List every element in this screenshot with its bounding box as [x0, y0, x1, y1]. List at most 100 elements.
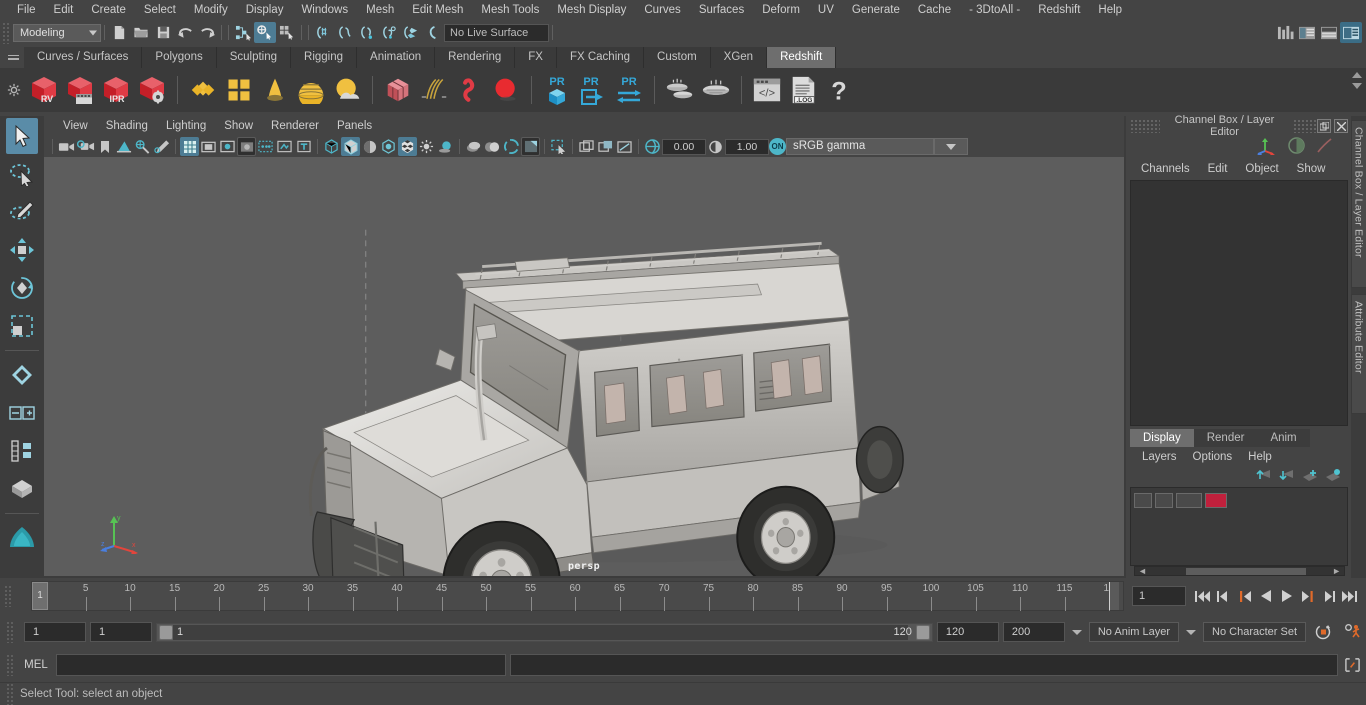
shelf-scroll-down-icon[interactable]: [1352, 83, 1362, 89]
layer-tab-render[interactable]: Render: [1193, 429, 1258, 447]
command-line-grip[interactable]: [6, 654, 14, 676]
current-time-indicator[interactable]: 1: [32, 582, 48, 610]
viewport-menu-shading[interactable]: Shading: [97, 120, 157, 132]
live-surface-field[interactable]: No Live Surface: [444, 23, 549, 42]
step-back-keyframe-button[interactable]: [1215, 586, 1232, 606]
channel-box-menu-show[interactable]: Show: [1288, 163, 1335, 175]
gate-mask-icon[interactable]: [237, 137, 256, 156]
paint-effects-button[interactable]: [6, 520, 38, 556]
menu-item-generate[interactable]: Generate: [843, 0, 909, 20]
shelf-options-icon[interactable]: [2, 70, 26, 110]
snap-to-grid-button[interactable]: [312, 22, 334, 43]
viewport-menu-show[interactable]: Show: [215, 120, 262, 132]
shelf-icon-redshift-help[interactable]: ?: [821, 71, 857, 109]
select-tool-button[interactable]: [6, 118, 38, 154]
layer-list-scrollbar[interactable]: ◄ ►: [1134, 566, 1345, 576]
character-set-selector[interactable]: No Character Set: [1203, 622, 1306, 642]
channel-box-content[interactable]: [1130, 180, 1348, 426]
viewport-renderer-icon[interactable]: [521, 137, 540, 156]
exposure-value-field[interactable]: 0.00: [662, 138, 706, 155]
command-language-label[interactable]: MEL: [16, 659, 56, 671]
shelf-tab-curves-surfaces[interactable]: Curves / Surfaces: [24, 47, 143, 68]
exposure-icon[interactable]: [256, 137, 275, 156]
menu-item-file[interactable]: File: [8, 0, 45, 20]
two-d-pan-zoom-icon[interactable]: [133, 137, 152, 156]
animation-preferences-button[interactable]: [1340, 623, 1366, 641]
layer-menu-layers[interactable]: Layers: [1134, 451, 1185, 463]
viewport-menu-view[interactable]: View: [54, 120, 97, 132]
range-start-handle[interactable]: [159, 624, 173, 640]
isolate-select-icon[interactable]: [549, 137, 568, 156]
go-to-end-button[interactable]: [1341, 586, 1358, 606]
perspective-viewport[interactable]: y z x persp: [44, 157, 1124, 576]
use-default-material-icon[interactable]: [379, 137, 398, 156]
menu-item-mesh[interactable]: Mesh: [357, 0, 403, 20]
exposure-control-icon[interactable]: [643, 137, 662, 156]
shelf-icon-redshift-sphere-light[interactable]: [488, 71, 524, 109]
motion-blur-icon[interactable]: [483, 137, 502, 156]
smooth-shade-all-icon[interactable]: [341, 137, 360, 156]
layer-tab-anim[interactable]: Anim: [1257, 429, 1310, 447]
menu-item-modify[interactable]: Modify: [185, 0, 237, 20]
lasso-select-tool-button[interactable]: [6, 156, 38, 192]
camera-attributes-icon[interactable]: [76, 137, 95, 156]
anim-layer-selector[interactable]: No Anim Layer: [1088, 622, 1180, 642]
shelf-tab-xgen[interactable]: XGen: [710, 47, 768, 68]
select-by-object-type-button[interactable]: [254, 22, 276, 43]
select-by-hierarchy-button[interactable]: [232, 22, 254, 43]
auto-keyframe-toggle[interactable]: [1310, 624, 1336, 640]
color-management-toggle[interactable]: ON: [769, 138, 786, 155]
object-sets-button[interactable]: [6, 433, 38, 469]
menu-item-help[interactable]: Help: [1089, 0, 1131, 20]
layer-menu-help[interactable]: Help: [1240, 451, 1280, 463]
shelf-tab-sculpting[interactable]: Sculpting: [216, 47, 292, 68]
shelf-icon-redshift-render-view[interactable]: RV: [26, 71, 62, 109]
rotate-tool-button[interactable]: [6, 270, 38, 306]
side-tab-attribute-editor[interactable]: Attribute Editor: [1350, 294, 1366, 414]
shelf-icon-redshift-material[interactable]: [185, 71, 221, 109]
menu-item-select[interactable]: Select: [135, 0, 185, 20]
paint-select-tool-button[interactable]: [6, 194, 38, 230]
new-scene-button[interactable]: [108, 22, 130, 43]
menu-item-deform[interactable]: Deform: [753, 0, 809, 20]
anti-aliasing-icon[interactable]: [502, 137, 521, 156]
panel-layout-one-icon[interactable]: [577, 137, 596, 156]
layer-tab-display[interactable]: Display: [1130, 429, 1194, 447]
range-end-field[interactable]: 120: [936, 622, 999, 642]
snap-to-magnet-button[interactable]: [422, 22, 444, 43]
text-overlay-icon[interactable]: [294, 137, 313, 156]
scale-tool-button[interactable]: [6, 308, 38, 344]
show-hide-attribute-editor-button[interactable]: [1296, 22, 1318, 43]
menu-item-display[interactable]: Display: [237, 0, 293, 20]
menu-item-create[interactable]: Create: [82, 0, 135, 20]
menu-item-uv[interactable]: UV: [809, 0, 843, 20]
save-scene-button[interactable]: [152, 22, 174, 43]
side-tab-channel-box[interactable]: Channel Box / Layer Editor: [1350, 120, 1366, 288]
range-slider[interactable]: 1 120: [156, 622, 933, 642]
animation-start-field[interactable]: 1: [24, 622, 86, 642]
channel-box-menu-edit[interactable]: Edit: [1199, 163, 1237, 175]
image-plane-icon[interactable]: [114, 137, 133, 156]
shelf-tab-animation[interactable]: Animation: [357, 47, 436, 68]
create-layer-from-selected-icon[interactable]: [1325, 469, 1340, 485]
move-layer-down-icon[interactable]: [1279, 469, 1294, 485]
range-slider-grip[interactable]: [6, 621, 14, 643]
shelf-icon-redshift-dome-light[interactable]: [293, 71, 329, 109]
shelf-scroll-up-icon[interactable]: [1352, 72, 1362, 78]
move-tool-button[interactable]: [6, 232, 38, 268]
undock-panel-button[interactable]: [1317, 119, 1331, 133]
curve-graph-icon[interactable]: [1316, 137, 1333, 157]
shelf-icon-redshift-physical-sun[interactable]: [329, 71, 365, 109]
command-output-field[interactable]: [510, 654, 1338, 676]
undo-button[interactable]: [174, 22, 196, 43]
layer-row[interactable]: [1134, 491, 1347, 509]
redo-button[interactable]: [196, 22, 218, 43]
time-slider[interactable]: 1 5 10 15 20 25 30 35 40 45 50 55 60 65 70 75 80 85 90 95 1…: [31, 581, 1124, 611]
shelf-icon-redshift-script-editor[interactable]: </>: [749, 71, 785, 109]
scroll-left-icon[interactable]: ◄: [1135, 566, 1150, 576]
texture-display-icon[interactable]: [398, 137, 417, 156]
gamma-control-icon[interactable]: [706, 137, 725, 156]
menu-item-mesh-tools[interactable]: Mesh Tools: [472, 0, 548, 20]
panel-grip[interactable]: [1130, 119, 1160, 133]
shelf-icon-redshift-render-settings[interactable]: [134, 71, 170, 109]
